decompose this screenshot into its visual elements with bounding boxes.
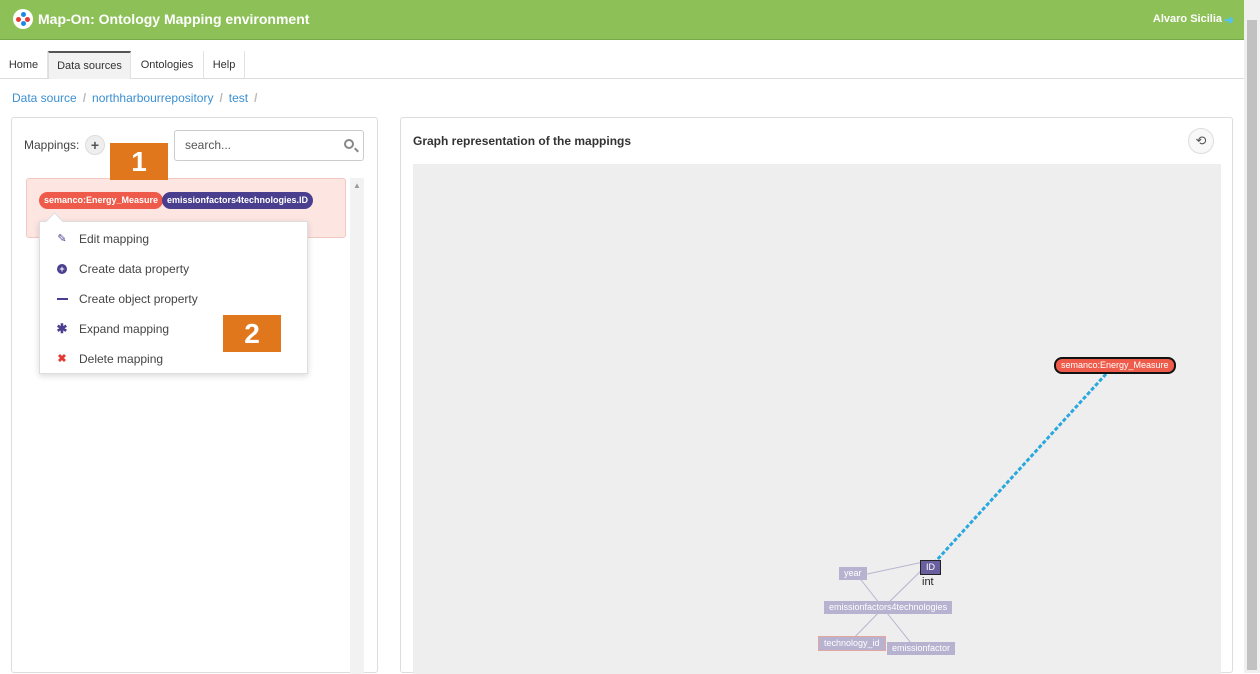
search-icon[interactable] — [344, 139, 354, 149]
tab-help[interactable]: Help — [204, 51, 245, 79]
breadcrumb-test[interactable]: test — [229, 91, 248, 105]
breadcrumb-repository[interactable]: northharbourrepository — [92, 91, 213, 105]
tab-ontologies[interactable]: Ontologies — [131, 51, 204, 79]
refresh-icon[interactable]: ⟲ — [1188, 128, 1214, 154]
step-badge-2: 2 — [223, 315, 281, 352]
menu-item-create-object-property[interactable]: Create object property — [40, 285, 307, 313]
dash-icon — [56, 293, 68, 305]
app-logo-icon — [13, 9, 33, 29]
step-badge-1: 1 — [110, 143, 168, 180]
graph-edges — [848, 372, 1108, 644]
graph-node-table[interactable]: emissionfactors4technologies — [824, 601, 953, 614]
breadcrumb-data-source[interactable]: Data source — [12, 91, 77, 105]
mapping-list-scrollbar[interactable]: ▲ — [350, 178, 364, 674]
search-box[interactable] — [174, 130, 364, 161]
mappings-panel: Mappings: + semanco:Energy_Measure emiss… — [11, 117, 378, 674]
tab-home[interactable]: Home — [0, 51, 48, 79]
logout-icon[interactable]: ➜ — [1224, 13, 1234, 27]
tab-data-sources[interactable]: Data sources — [48, 51, 131, 79]
main-tabs: Home Data sources Ontologies Help — [0, 51, 1244, 79]
close-icon: ✖ — [57, 353, 67, 365]
graph-node-technology-id[interactable]: technology_id — [818, 636, 886, 651]
add-mapping-button[interactable]: + — [85, 135, 105, 155]
asterisk-icon: ✱ — [56, 321, 68, 336]
app-title: Map-On: Ontology Mapping environment — [38, 11, 310, 27]
table-tag[interactable]: emissionfactors4technologies.ID — [162, 192, 314, 209]
app-header: Map-On: Ontology Mapping environment Alv… — [0, 0, 1244, 40]
graph-node-emissionfactor[interactable]: emissionfactor — [887, 642, 956, 655]
graph-title: Graph representation of the mappings — [413, 134, 632, 148]
graph-node-year[interactable]: year — [839, 567, 867, 580]
user-name[interactable]: Alvaro Sicilia — [1153, 13, 1222, 25]
menu-item-edit-mapping[interactable]: ✎ Edit mapping — [40, 225, 307, 253]
edit-icon: ✎ — [57, 233, 67, 245]
search-input[interactable] — [185, 138, 335, 152]
graph-panel: Graph representation of the mappings ⟲ s… — [400, 117, 1233, 674]
plus-circle-icon: + — [56, 263, 68, 275]
breadcrumb: Data source / northharbourrepository / test / — [12, 91, 258, 105]
graph-node-class[interactable]: semanco:Energy_Measure — [1054, 357, 1176, 374]
page-scrollbar[interactable] — [1244, 0, 1260, 673]
mappings-label: Mappings: — [24, 138, 80, 152]
scroll-up-icon[interactable]: ▲ — [353, 181, 361, 190]
class-tag[interactable]: semanco:Energy_Measure — [39, 192, 164, 209]
menu-item-create-data-property[interactable]: + Create data property — [40, 255, 307, 283]
graph-edge-class-id — [934, 372, 1108, 563]
graph-canvas[interactable]: semanco:Energy_Measure ID int year emiss… — [413, 164, 1221, 674]
graph-node-id[interactable]: ID — [920, 560, 941, 575]
graph-node-id-type: int — [922, 576, 934, 588]
